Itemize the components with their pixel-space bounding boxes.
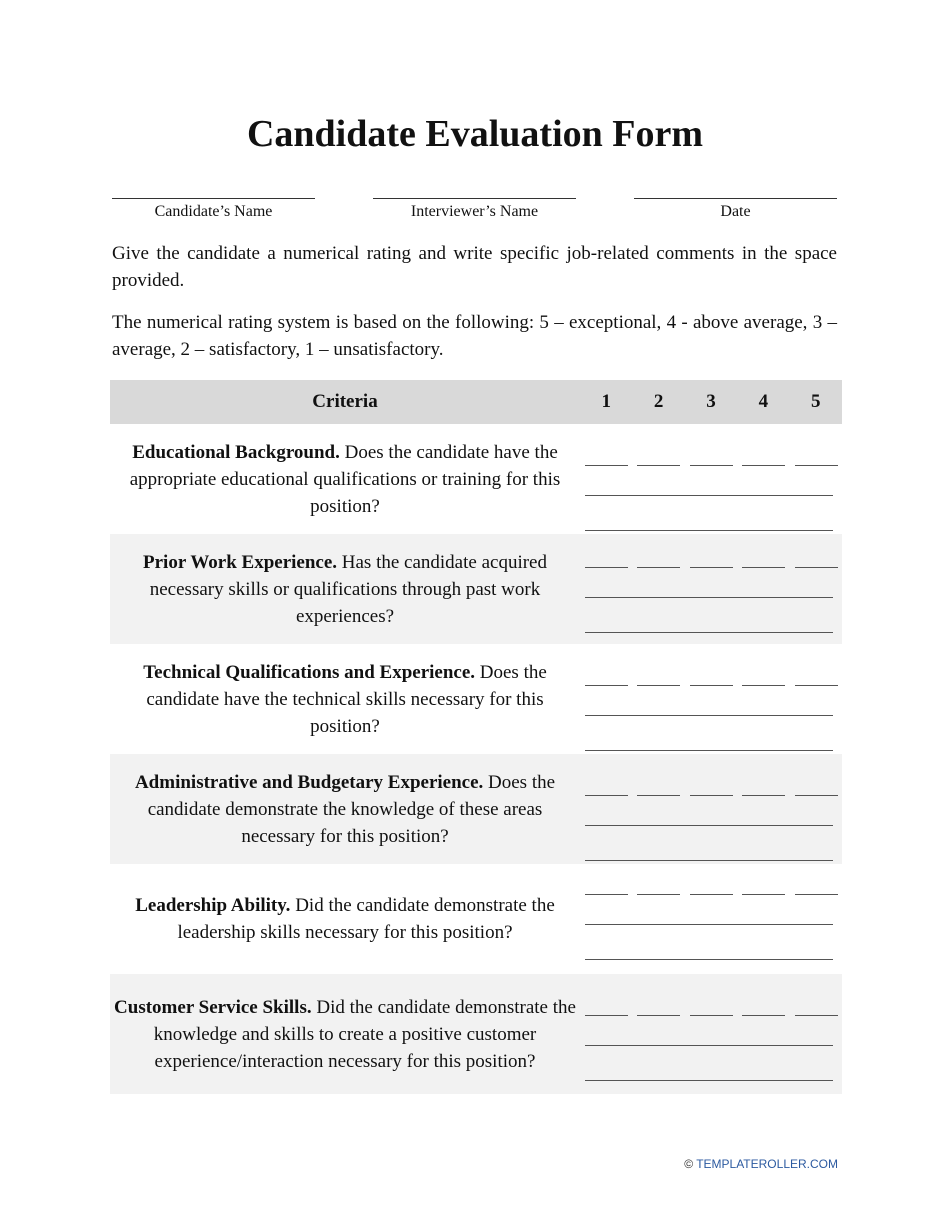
rating-blank-4[interactable] [742,567,786,568]
rating-blank-1[interactable] [585,894,628,895]
rating-blank-2[interactable] [637,685,681,686]
comment-line[interactable] [585,959,833,960]
rating-blank-3[interactable] [689,894,733,895]
footer: © TEMPLATEROLLER.COM [684,1157,838,1171]
table-row: Customer Service Skills. Did the candida… [110,974,842,1094]
table-header: Criteria 1 2 3 4 5 [110,380,842,424]
interviewer-name-label: Interviewer’s Name [410,203,539,220]
comment-line[interactable] [585,495,833,496]
rating-blank-5[interactable] [794,685,838,686]
comment-line[interactable] [585,597,833,598]
rating-header-2: 2 [653,391,664,412]
table-row: Prior Work Experience. Has the candidate… [110,534,842,644]
criteria-title: Prior Work Experience. [143,551,338,573]
evaluation-table: Criteria 1 2 3 4 5 Educational Backgroun… [110,380,842,1094]
page-title: Candidate Evaluation Form [246,113,704,155]
rating-blank-3[interactable] [689,1015,733,1016]
criteria-title: Customer Service Skills. [114,996,312,1018]
candidate-name-label: Candidate’s Name [154,203,273,220]
comment-line[interactable] [585,860,833,861]
rating-blank-1[interactable] [585,567,628,568]
criteria-text: Prior Work Experience. Has the candidate… [110,549,580,630]
rating-blank-3[interactable] [689,465,733,466]
criteria-text: Customer Service Skills. Did the candida… [110,994,580,1075]
rating-blank-4[interactable] [742,795,786,796]
rating-blank-5[interactable] [794,567,838,568]
rating-blank-5[interactable] [794,465,838,466]
rating-blank-1[interactable] [585,795,628,796]
rating-blank-3[interactable] [689,685,733,686]
table-row: Administrative and Budgetary Experience.… [110,754,842,864]
comment-line[interactable] [585,530,833,531]
criteria-text: Technical Qualifications and Experience.… [110,659,580,740]
instructions-paragraph: Give the candidate a numerical rating an… [112,243,837,291]
rating-blank-3[interactable] [689,567,733,568]
candidate-name-field[interactable]: Candidate’s Name [112,198,315,221]
rating-blank-5[interactable] [794,795,838,796]
rating-blank-4[interactable] [742,894,786,895]
interviewer-name-field[interactable]: Interviewer’s Name [373,198,576,221]
comment-line[interactable] [585,750,833,751]
rating-blank-4[interactable] [742,1015,786,1016]
criteria-title: Technical Qualifications and Experience. [143,661,476,683]
rating-blank-1[interactable] [585,685,628,686]
date-field[interactable]: Date [634,198,837,221]
rating-header-3: 3 [706,391,716,412]
criteria-title: Educational Background. [132,441,340,463]
comment-line[interactable] [585,632,833,633]
criteria-text: Leadership Ability. Did the candidate de… [110,892,580,946]
table-row: Educational Background. Does the candida… [110,424,842,534]
rating-blank-2[interactable] [637,894,681,895]
comment-line[interactable] [585,825,833,826]
rating-blank-2[interactable] [637,465,681,466]
rating-blank-2[interactable] [637,795,681,796]
comment-line[interactable] [585,924,833,925]
rating-scale-paragraph: The numerical rating system is based on … [112,312,837,360]
rating-blank-2[interactable] [637,567,681,568]
rating-blank-5[interactable] [794,894,838,895]
rating-header-4: 4 [758,391,769,412]
templateroller-link[interactable]: TEMPLATEROLLER.COM [696,1157,838,1171]
criteria-title: Leadership Ability. [135,895,291,916]
table-row: Leadership Ability. Did the candidate de… [110,864,842,974]
copyright-symbol: © [684,1157,694,1171]
rating-blank-2[interactable] [637,1015,681,1016]
rating-blank-1[interactable] [585,465,628,466]
criteria-text: Educational Background. Does the candida… [110,439,580,520]
rating-blank-1[interactable] [585,1015,628,1016]
comment-line[interactable] [585,715,833,716]
rating-blank-5[interactable] [794,1015,838,1016]
table-row: Technical Qualifications and Experience.… [110,644,842,754]
rating-blank-4[interactable] [742,465,786,466]
rating-header-1: 1 [601,391,611,412]
comment-line[interactable] [585,1045,833,1046]
criteria-title: Administrative and Budgetary Experience. [134,771,484,793]
rating-blank-3[interactable] [689,795,733,796]
comment-line[interactable] [585,1080,833,1081]
criteria-text: Administrative and Budgetary Experience.… [110,769,580,850]
rating-header-5: 5 [811,391,821,412]
date-label: Date [720,203,751,220]
rating-blank-4[interactable] [742,685,786,686]
criteria-header: Criteria [312,391,378,412]
